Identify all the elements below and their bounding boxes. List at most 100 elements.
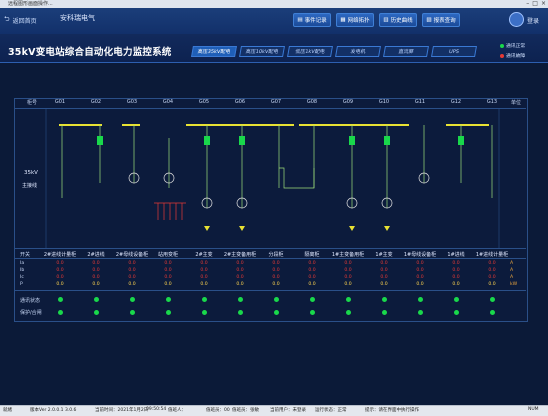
tab-label: 直流屏	[397, 49, 414, 55]
nav-label: 事件记录	[304, 18, 327, 24]
measure-value: 0.0	[56, 275, 64, 280]
unit-label: kW	[510, 282, 518, 287]
tab-1kv[interactable]: 低压1kV配电	[287, 46, 333, 57]
comm-status-led-icon	[382, 297, 387, 302]
comm-status-led-icon	[166, 297, 171, 302]
measure-value: 0.0	[272, 268, 280, 273]
cabinet-id: G09	[342, 99, 354, 105]
comm-status-led-icon	[490, 297, 495, 302]
cabinet-name: 2#母线设备柜	[115, 252, 149, 258]
measure-value: 0.0	[452, 268, 460, 273]
tab-label: 发电机	[349, 49, 366, 55]
measure-value: 0.0	[92, 261, 100, 266]
cabinet-name: 1#进线	[447, 252, 465, 258]
comm-status-led-icon	[202, 297, 207, 302]
nav-label: 历史曲线	[390, 18, 413, 24]
cabinet-id: G10	[378, 99, 390, 105]
breaker-g09[interactable]	[349, 136, 355, 145]
network-topology-button[interactable]: ▦ 网络拓扑	[336, 13, 374, 27]
user-avatar-icon[interactable]	[509, 12, 524, 27]
comm-fault-indicator: 通讯故障	[500, 52, 525, 59]
measure-value: 0.0	[92, 275, 100, 280]
measure-value: 0.0	[308, 268, 316, 273]
breaker-g05[interactable]	[204, 136, 210, 145]
tab-35kv[interactable]: 高压35kV配电	[191, 46, 237, 57]
tab-10kv[interactable]: 高压10kV配电	[239, 46, 285, 57]
cabinet-name: 分段柜	[268, 252, 284, 258]
breaker-g02[interactable]	[97, 136, 103, 145]
event-log-button[interactable]: ▤ 事件记录	[293, 13, 331, 27]
switch-status-led-icon	[454, 310, 459, 315]
comm-status-led-icon	[454, 297, 459, 302]
cabinet-id: G02	[90, 99, 102, 105]
status-version: 版本Ver 2.0.0.1 3.0.6	[30, 408, 77, 413]
status-run: 运行状态：正常	[315, 408, 347, 413]
status-duty-id: 值班员：00	[206, 408, 230, 413]
switch-status-led-icon	[274, 310, 279, 315]
measure-value: 0.0	[128, 268, 136, 273]
cabinet-id: G08	[306, 99, 318, 105]
status-hint: 提示：请在界面中执行操作	[365, 408, 419, 413]
list-icon: ▤	[297, 17, 303, 23]
status-label: 通讯故障	[506, 54, 526, 59]
tab-ups[interactable]: UPS	[431, 46, 477, 57]
tab-dc-panel[interactable]: 直流屏	[383, 46, 429, 57]
maximize-icon[interactable]: □	[532, 0, 538, 8]
cabinet-name: 隔离柜	[304, 252, 320, 258]
measure-value: 0.0	[164, 282, 172, 287]
measure-value: 0.0	[128, 275, 136, 280]
tab-label: 低压1kV配电	[294, 49, 326, 55]
switch-status-led-icon	[166, 310, 171, 315]
report-query-button[interactable]: ▧ 报表查询	[422, 13, 460, 27]
tab-generator[interactable]: 发电机	[335, 46, 381, 57]
comm-ok-indicator: 通讯正常	[500, 42, 525, 49]
tab-label: 高压35kV配电	[197, 49, 231, 55]
back-arrow-icon: ⮌	[4, 14, 10, 23]
measure-value: 0.0	[380, 275, 388, 280]
minimize-icon[interactable]: –	[526, 0, 529, 8]
red-dot-icon	[500, 53, 504, 58]
measure-value: 0.0	[416, 282, 424, 287]
unit-label: A	[510, 261, 514, 266]
window-controls: – □ ×	[526, 0, 546, 8]
measure-value: 0.0	[272, 261, 280, 266]
cabinet-name: 2#进线	[87, 252, 105, 258]
measure-value: 0.0	[128, 261, 136, 266]
measure-value: 0.0	[200, 275, 208, 280]
status-duty-name: 值班员：张敏	[232, 408, 259, 413]
nav-label: 报表查询	[433, 18, 456, 24]
measure-value: 0.0	[200, 261, 208, 266]
measure-value: 0.0	[416, 275, 424, 280]
breaker-g10[interactable]	[384, 136, 390, 145]
status-ready: 就绪	[3, 408, 12, 413]
switch-status-led-icon	[94, 310, 99, 315]
measure-value: 0.0	[272, 282, 280, 287]
measure-value: 0.0	[56, 261, 64, 266]
cabinet-id: G04	[162, 99, 174, 105]
cabinet-name: 站用变柜	[157, 252, 178, 258]
history-curve-button[interactable]: ▥ 历史曲线	[379, 13, 417, 27]
nav-label: 网络拓扑	[347, 18, 370, 24]
table-divider	[14, 248, 526, 249]
measure-value: 0.0	[344, 275, 352, 280]
login-link[interactable]: 登录	[527, 16, 539, 25]
cabinet-header-label: 柜号	[26, 100, 37, 106]
comm-status-led-icon	[94, 297, 99, 302]
home-button[interactable]: ⮌ 返回首页	[4, 14, 37, 26]
comm-status-led-icon	[418, 297, 423, 302]
breaker-g06[interactable]	[239, 136, 245, 145]
status-date: 当前时间：2021年1月2日	[95, 408, 149, 413]
measure-value: 0.0	[308, 275, 316, 280]
measure-value: 0.0	[200, 268, 208, 273]
measure-value: 0.0	[164, 261, 172, 266]
window-titlebar: 远程图形画面操作...	[0, 0, 548, 8]
cabinet-id: G01	[54, 99, 66, 105]
measure-value: 0.0	[416, 261, 424, 266]
green-dot-icon	[500, 43, 504, 48]
cabinet-id: G11	[414, 99, 426, 105]
close-icon[interactable]: ×	[541, 0, 546, 8]
measure-value: 0.0	[452, 282, 460, 287]
breaker-g12[interactable]	[458, 136, 464, 145]
measure-value: 0.0	[488, 275, 496, 280]
status-user: 当前用户：未登录	[270, 408, 306, 413]
